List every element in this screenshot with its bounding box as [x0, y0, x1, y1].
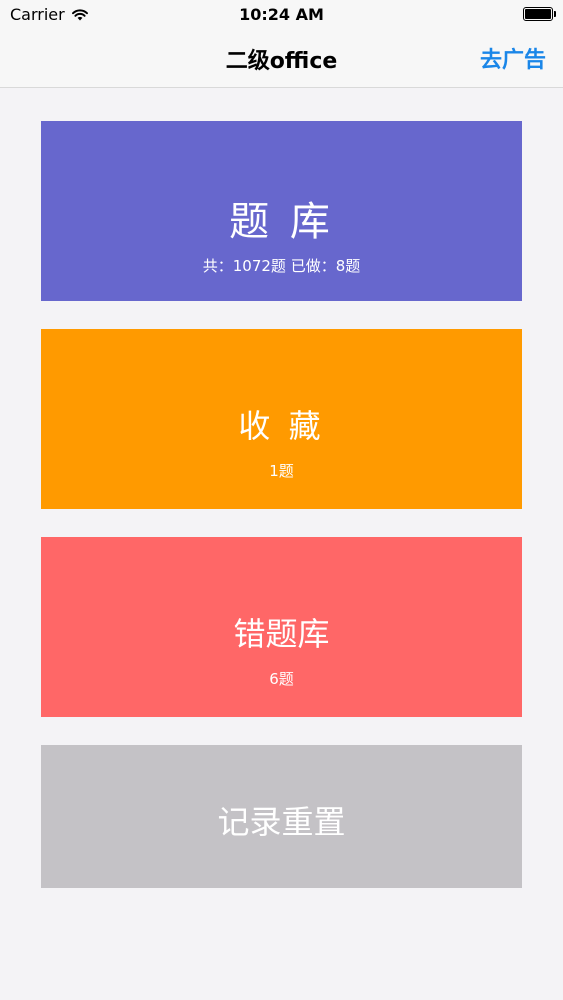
reset-records-button[interactable]: 记录重置 — [41, 745, 522, 888]
wrong-questions-count: 6题 — [269, 670, 294, 688]
wrong-questions-button[interactable]: 错题库 6题 — [41, 537, 522, 717]
status-time: 10:24 AM — [239, 5, 324, 24]
battery-level — [525, 9, 551, 19]
question-bank-button[interactable]: 题 库 共：1072题 已做：8题 — [41, 121, 522, 301]
remove-ads-button[interactable]: 去广告 — [480, 42, 546, 74]
battery-icon — [523, 7, 556, 21]
wrong-questions-title: 错题库 — [233, 615, 330, 653]
navigation-bar: 二级office 去广告 — [0, 30, 563, 88]
favorites-button[interactable]: 收 藏 1题 — [41, 329, 522, 509]
question-bank-title: 题 库 — [229, 199, 334, 245]
page-title: 二级office — [225, 49, 338, 74]
status-bar: Carrier 10:24 AM — [0, 0, 563, 30]
favorites-count: 1题 — [269, 462, 294, 480]
reset-records-title: 记录重置 — [217, 803, 346, 841]
question-bank-stats: 共：1072题 已做：8题 — [202, 257, 361, 275]
favorites-title: 收 藏 — [238, 407, 325, 445]
